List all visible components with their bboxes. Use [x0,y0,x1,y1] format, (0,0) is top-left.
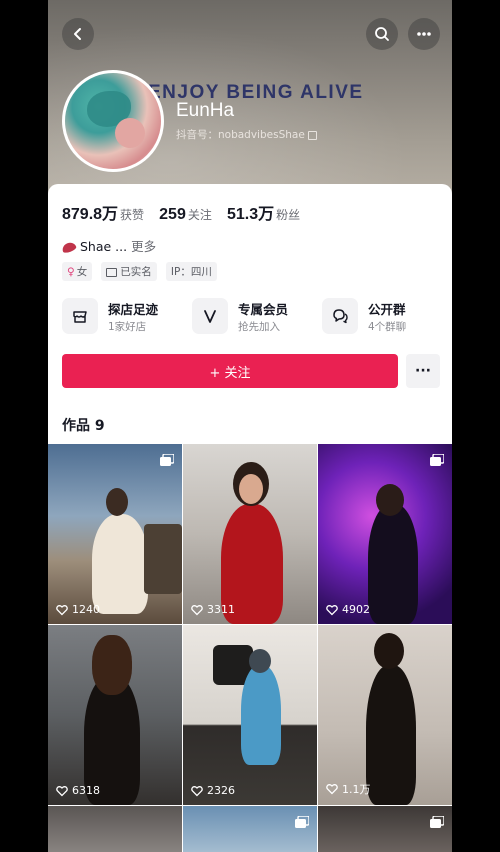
tag-text: 已实名 [120,266,152,278]
stats-row: 879.8万 获赞 259 关注 51.3万 粉丝 [62,200,310,224]
like-count: 2326 [191,784,235,797]
multi-image-icon [430,454,444,466]
like-count: 4902 [326,603,370,616]
profile-card: 879.8万 获赞 259 关注 51.3万 粉丝 Shae ... 更多 ♀ 女 已实名… [48,184,452,852]
like-count-text: 3311 [207,603,235,616]
store-icon [62,298,98,334]
bio-more-link[interactable]: 更多 [131,239,156,254]
video-thumbnail[interactable] [183,806,317,852]
heart-icon [326,604,338,615]
like-count-text: 1.1万 [342,783,371,796]
like-count: 1.1万 [326,781,371,797]
handle-text: 抖音号：nobadvibesShae [176,129,305,141]
video-thumbnail[interactable] [48,806,182,852]
id-card-icon [106,267,118,277]
like-count-text: 4902 [342,603,370,616]
feature-subtitle: 抢先加入 [238,321,280,333]
video-thumbnail[interactable]: 6318 [48,625,182,805]
multi-image-icon [160,454,174,466]
tag-ip: IP：四川 [165,262,217,281]
multi-image-icon [295,816,309,828]
video-thumbnail[interactable] [318,806,452,852]
tag-text: 女 [76,266,88,278]
tag-text: IP：四川 [170,266,212,278]
video-thumbnail[interactable]: 1.1万 [318,625,452,805]
stat-value: 51.3万 [226,206,275,223]
like-count: 1240 [56,603,100,616]
heart-icon [191,785,203,796]
profile-tags: ♀ 女 已实名 IP：四川 [62,260,221,281]
like-count-text: 6318 [72,784,100,797]
tag-verified: 已实名 [101,262,157,281]
stat-value: 259 [159,206,186,223]
follow-button[interactable]: + 关注 [62,354,398,388]
bio[interactable]: Shae ... 更多 [60,236,156,255]
chevron-left-icon [74,28,81,40]
bio-text: Shae ... [80,239,128,254]
like-count-text: 2326 [207,784,235,797]
search-button[interactable] [366,18,398,50]
profile-screen: ENJOY BEING ALIVE EunHa 抖音号：nobadvibesSh… [48,0,452,852]
stat-likes[interactable]: 879.8万 获赞 [62,200,144,224]
multi-image-icon [430,816,444,828]
follow-more-button[interactable]: ··· [406,354,440,388]
feature-subtitle: 4个群聊 [368,321,407,333]
more-options-button[interactable] [408,18,440,50]
feature-title: 专属会员 [238,302,289,317]
lips-icon [60,240,78,255]
heart-icon [56,785,68,796]
avatar[interactable] [62,70,164,172]
search-icon [375,27,389,41]
like-count-text: 1240 [72,603,100,616]
feature-row: 探店足迹 1家好店 专属会员 抢先加入 公开群 4个群聊 [62,294,452,338]
feature-title: 探店足迹 [108,302,159,317]
vip-icon [192,298,228,334]
profile-name: EunHa [176,100,235,121]
group-chat-icon [322,298,358,334]
works-title: 作品 9 [62,418,105,434]
profile-handle[interactable]: 抖音号：nobadvibesShae [176,127,317,142]
feature-subtitle: 1家好店 [108,321,147,333]
video-thumbnail[interactable]: 2326 [183,625,317,805]
stat-followers[interactable]: 51.3万 粉丝 [227,200,300,224]
like-count: 6318 [56,784,100,797]
like-count: 3311 [191,603,235,616]
video-thumbnail[interactable]: 1240 [48,444,182,624]
back-button[interactable] [62,18,94,50]
feature-title: 公开群 [368,302,406,317]
heart-icon [56,604,68,615]
stat-following[interactable]: 259 关注 [159,204,212,224]
stat-value: 879.8万 [62,206,119,223]
more-dots-icon [417,32,431,36]
heart-icon [326,784,338,795]
copy-icon[interactable] [307,130,317,140]
female-icon: ♀ [67,266,75,278]
stat-label: 关注 [187,208,212,222]
stat-label: 获赞 [120,208,145,222]
stat-label: 粉丝 [276,208,301,222]
video-thumbnail[interactable]: 4902 [318,444,452,624]
heart-icon [191,604,203,615]
tag-gender: ♀ 女 [62,262,93,281]
video-thumbnail[interactable]: 3311 [183,444,317,624]
